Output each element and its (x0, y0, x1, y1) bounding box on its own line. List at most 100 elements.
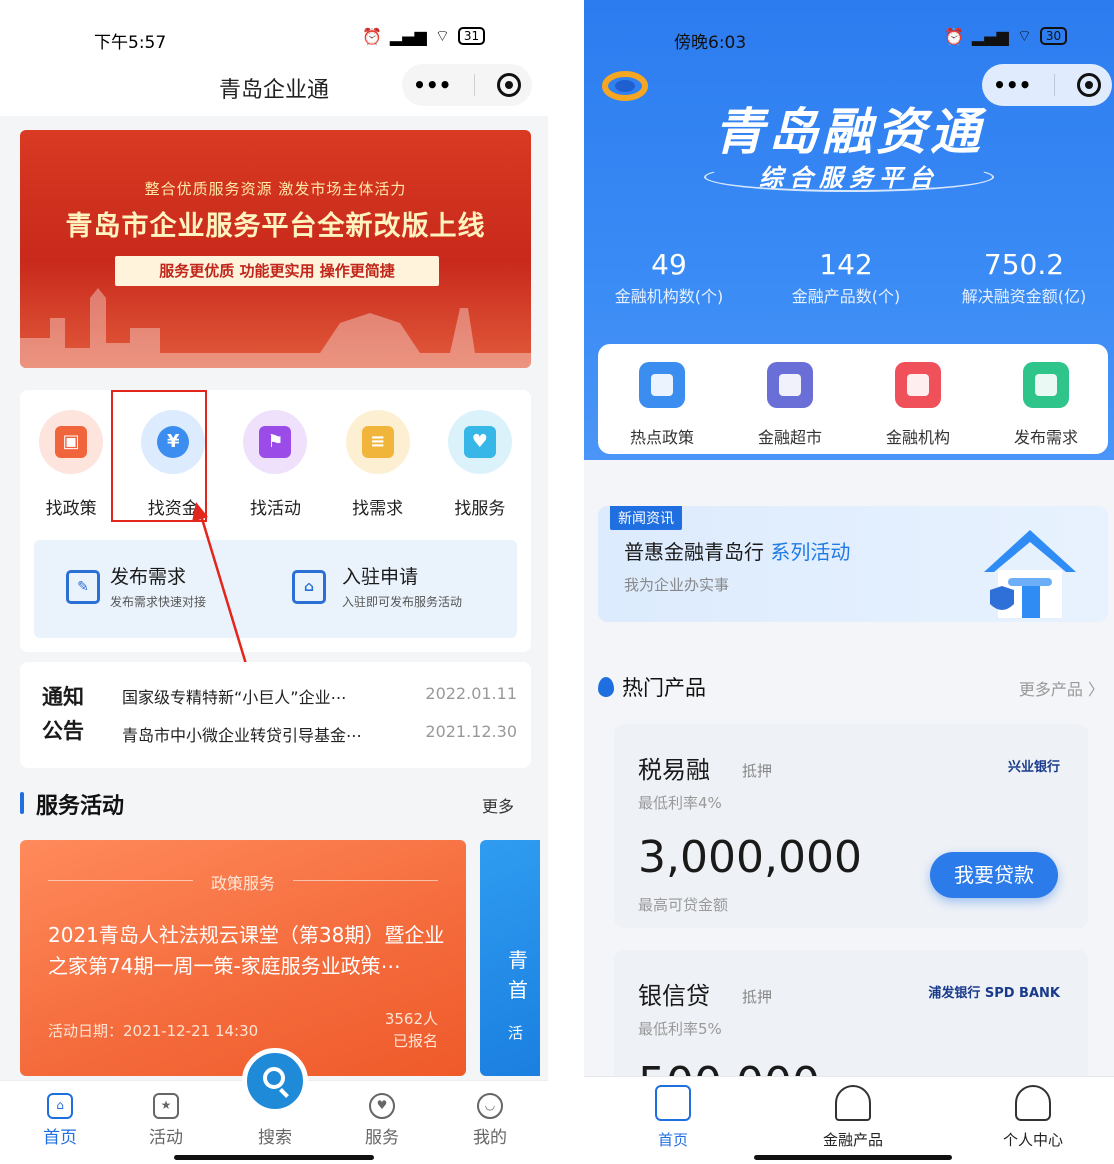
activity-card-peek[interactable]: 青 首 活 (480, 840, 540, 1076)
notice-item[interactable]: 国家级专精特新“小巨人”企业⋯ 2022.01.11 (122, 684, 517, 708)
tab-service[interactable]: ♥ 服务 (352, 1093, 412, 1148)
activity-card[interactable]: 政策服务 2021青岛人社法规云课堂（第38期）暨企业之家第74期一周一策-家庭… (20, 840, 466, 1076)
quick-action-subtitle: 入驻即可发布服务活动 (342, 595, 463, 609)
miniprogram-capsule[interactable]: ••• (402, 64, 532, 106)
news-title-accent: 系列活动 (770, 540, 851, 564)
heart-hand-icon: ♥ (447, 410, 512, 474)
menu-card: 热点政策 金融超市 金融机构 发布需求 (598, 344, 1108, 454)
notice-item[interactable]: 青岛市中小微企业转贷引导基金⋯ 2021.12.30 (122, 722, 517, 746)
capsule-divider (473, 74, 475, 96)
bank-logo: 浦发银行 SPD BANK (928, 986, 1060, 1001)
product-card[interactable]: 税易融 抵押 兴业银行 最低利率4% 3,000,000 最高可贷金额 我要贷款 (614, 724, 1088, 928)
battery-icon: 31 (457, 27, 486, 45)
hero-subtitle: 综合服务平台 (759, 164, 939, 192)
promo-banner[interactable]: 整合优质服务资源 激发市场主体活力 青岛市企业服务平台全新改版上线 服务更优质 … (20, 130, 531, 368)
services-section-title: 服务活动 (20, 788, 124, 820)
home-icon: ⌂ (47, 1093, 73, 1119)
peek-title-b: 首 (508, 978, 528, 1002)
home-indicator (754, 1155, 952, 1160)
notice-label: 通知 公告 (42, 680, 84, 748)
stat-value: 49 (651, 248, 687, 281)
category-label: 找政策 (45, 499, 97, 519)
category-label: 找需求 (352, 499, 404, 519)
tab-activity[interactable]: ★ 活动 (136, 1093, 196, 1148)
more-icon[interactable]: ••• (413, 73, 451, 97)
settle-apply-button[interactable]: 入驻申请 入驻即可发布服务活动 (342, 562, 462, 610)
product-amount-label: 最高可贷金额 (638, 896, 729, 914)
stat-label: 解决融资金额(亿) (961, 287, 1087, 306)
status-icons: ⏰ ▂▄▆ ⌔ 30 (944, 26, 1068, 46)
tab-personal-center[interactable]: 个人中心 (988, 1085, 1078, 1150)
wifi-icon: ⌔ (1016, 26, 1032, 45)
profile-icon (1015, 1085, 1051, 1121)
status-icons: ⏰ ▂▄▆ ⌔ 31 (362, 26, 486, 46)
product-type: 抵押 (742, 762, 773, 780)
hero-title: 青岛融资通 (714, 103, 984, 161)
menu-hot-policy[interactable]: 热点政策 (612, 362, 712, 448)
menu-finance-market[interactable]: 金融超市 (740, 362, 840, 448)
activity-signup-count: 3562人 已报名 (385, 1008, 438, 1052)
news-card[interactable]: 新闻资讯 普惠金融青岛行 系列活动 我为企业办实事 (598, 506, 1108, 622)
edit-icon (1023, 362, 1069, 408)
notice-title: 青岛市中小微企业转贷引导基金⋯ (122, 726, 363, 745)
news-title: 普惠金融青岛行 系列活动 (624, 536, 850, 565)
close-target-icon[interactable] (496, 73, 521, 97)
annotation-arrow (192, 502, 248, 665)
product-name: 税易融 (638, 756, 710, 784)
stat-value: 750.2 (983, 248, 1065, 281)
category-find-demand[interactable]: ≡ 找需求 (327, 410, 429, 519)
apply-loan-button[interactable]: 我要贷款 (930, 852, 1058, 898)
notice-label-line2: 公告 (42, 719, 84, 743)
alarm-icon: ⏰ (944, 26, 964, 46)
skyline-illustration (20, 288, 531, 368)
banner-title: 青岛市企业服务平台全新改版上线 (65, 211, 486, 242)
category-row: ▣ 找政策 ¥ 找资金 ⚑ 找活动 ≡ 找需求 ♥ 找服务 (20, 410, 531, 519)
profile-icon: ◡ (477, 1093, 503, 1119)
flag-icon: ⚑ (243, 410, 308, 474)
category-card: ▣ 找政策 ¥ 找资金 ⚑ 找活动 ≡ 找需求 ♥ 找服务 ✎ 发布需求 发布需… (20, 390, 531, 652)
tab-search[interactable]: 搜索 (245, 1123, 305, 1148)
tab-home[interactable]: 首页 (628, 1085, 718, 1150)
tab-label: 服务 (365, 1128, 399, 1148)
flame-icon (598, 677, 614, 697)
category-find-service[interactable]: ♥ 找服务 (429, 410, 531, 519)
service-icon: ♥ (369, 1093, 395, 1119)
wifi-icon: ⌔ (434, 26, 450, 45)
tab-label: 活动 (149, 1128, 183, 1148)
tab-profile[interactable]: ◡ 我的 (460, 1093, 520, 1148)
notice-label-line1: 通知 (42, 685, 84, 709)
signup-count: 3562人 (384, 1010, 438, 1028)
bottom-tab-bar: 首页 金融产品 个人中心 (584, 1076, 1114, 1164)
menu-publish-demand[interactable]: 发布需求 (996, 362, 1096, 448)
status-bar: 傍晚6:03 ⏰ ▂▄▆ ⌔ 30 (584, 24, 1114, 54)
search-fab[interactable] (242, 1048, 308, 1114)
home-indicator (174, 1155, 374, 1160)
activity-icon: ★ (153, 1093, 179, 1119)
activity-date: 活动日期：2021-12-21 14:30 (48, 1022, 259, 1040)
product-amount: 3,000,000 (638, 832, 862, 883)
stat-products: 142 金融产品数(个) (756, 248, 936, 307)
divider (293, 880, 438, 881)
menu-label: 发布需求 (1013, 428, 1078, 447)
alarm-icon: ⏰ (362, 26, 382, 46)
news-tag: 新闻资讯 (610, 506, 682, 530)
quick-action-title: 入驻申请 (342, 566, 419, 588)
menu-label: 金融超市 (757, 428, 822, 447)
more-products-link[interactable]: 更多产品 〉 (1019, 676, 1104, 700)
right-phone-screen: 傍晚6:03 ⏰ ▂▄▆ ⌔ 30 ••• 青岛融资通 综合服务平台 49 金融… (584, 0, 1114, 1164)
menu-finance-institutions[interactable]: 金融机构 (868, 362, 968, 448)
notice-panel: 通知 公告 国家级专精特新“小巨人”企业⋯ 2022.01.11 青岛市中小微企… (20, 662, 531, 768)
hot-title-text: 热门产品 (622, 676, 706, 700)
services-more-link[interactable]: 更多 (482, 793, 514, 817)
activity-category: 政策服务 (210, 874, 275, 893)
scale-icon (835, 1085, 871, 1121)
stat-value: 142 (819, 248, 873, 281)
signup-status: 已报名 (392, 1032, 438, 1050)
tab-finance-products[interactable]: 金融产品 (808, 1085, 898, 1150)
menu-label: 热点政策 (629, 428, 694, 447)
tab-home[interactable]: ⌂ 首页 (30, 1093, 90, 1148)
category-find-policy[interactable]: ▣ 找政策 (20, 410, 122, 519)
top-bar: 下午5:57 ⏰ ▂▄▆ ⌔ 31 青岛企业通 ••• (0, 0, 548, 116)
scroll-icon: ≡ (345, 410, 410, 474)
tab-label: 首页 (657, 1131, 688, 1149)
